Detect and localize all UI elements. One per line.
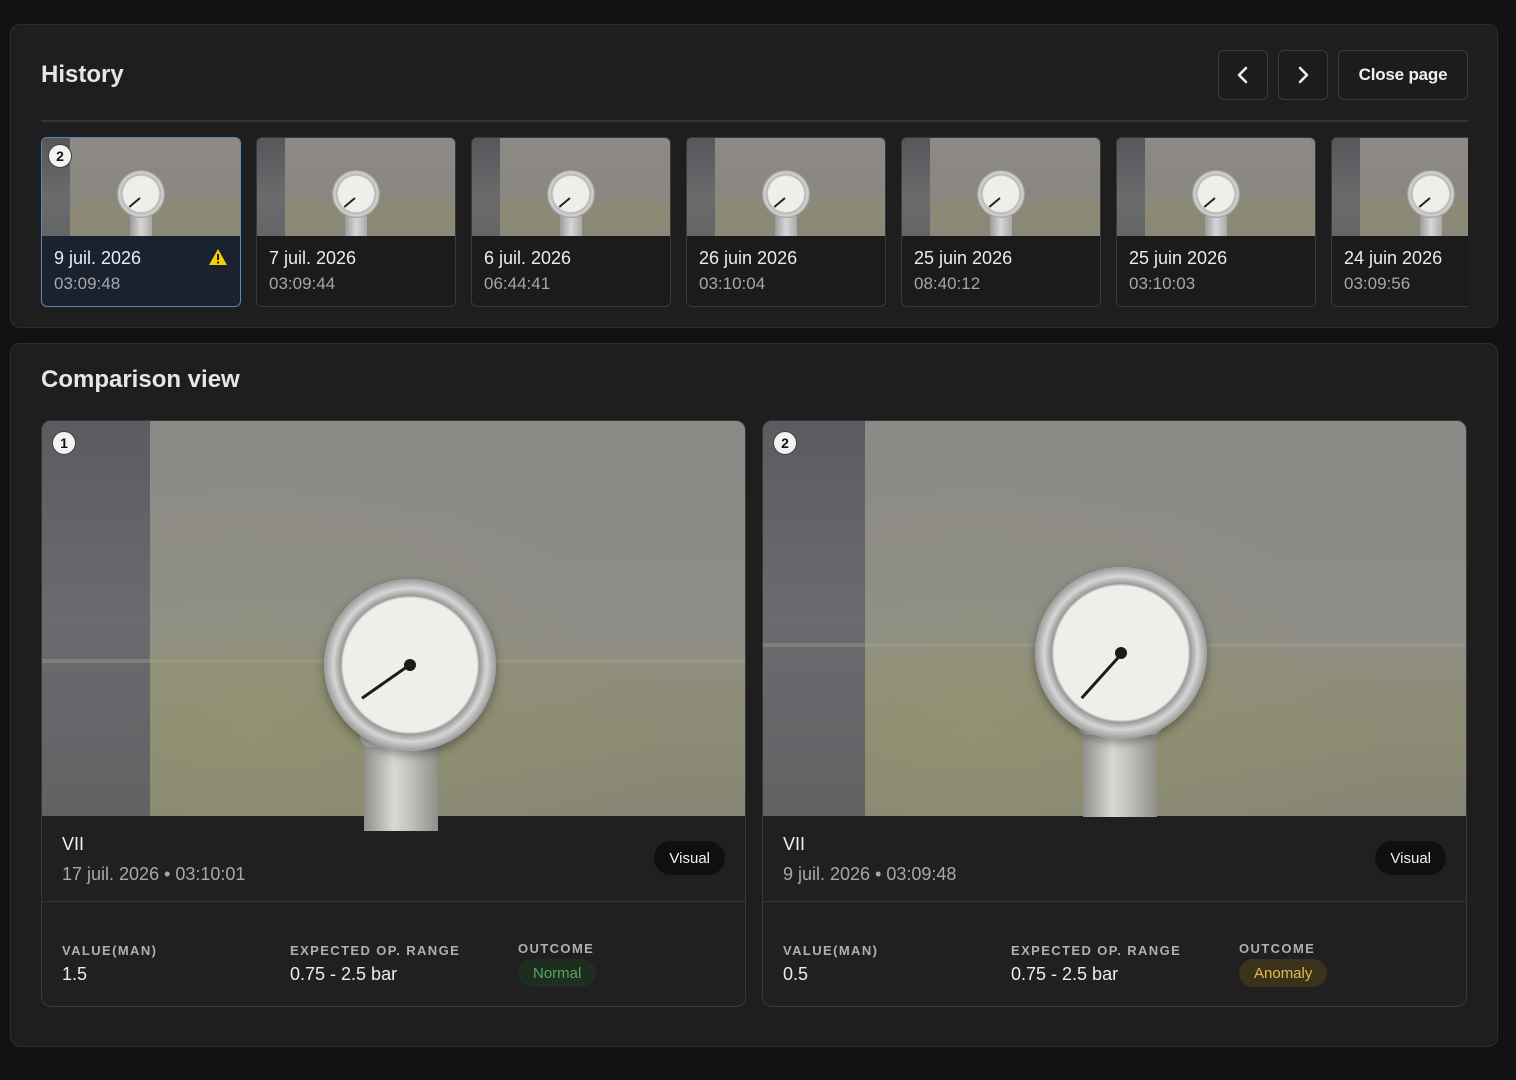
comparison-card: 2 VII 9 juil. 2026 • 03:09:48 Visual VAL… <box>762 420 1467 1007</box>
card-datetime: 17 juil. 2026 • 03:10:01 <box>62 864 246 884</box>
comparison-card: 1 VII 17 juil. 2026 • 03:10:01 Visual VA… <box>41 420 746 1007</box>
history-thumbnail[interactable]: 26 juin 2026 03:10:04 <box>686 137 886 307</box>
history-thumbnail[interactable]: 6 juil. 2026 06:44:41 <box>471 137 671 307</box>
outcome-label: OUTCOME <box>518 941 595 956</box>
value-reading: 0.5 <box>783 964 809 984</box>
history-thumbnail[interactable]: 25 juin 2026 08:40:12 <box>901 137 1101 307</box>
card-badge: 1 <box>52 431 76 455</box>
next-button[interactable] <box>1278 50 1328 100</box>
thumbnail-time: 03:10:03 <box>1129 274 1196 293</box>
thumbnail-time: 08:40:12 <box>914 274 981 293</box>
thumbnail-date: 24 juin 2026 <box>1344 248 1443 268</box>
chevron-right-icon <box>1298 66 1309 84</box>
gauge-thumbnail-image <box>1332 138 1468 236</box>
thumbnail-time: 06:44:41 <box>484 274 551 293</box>
range-value: 0.75 - 2.5 bar <box>290 964 398 984</box>
history-thumbnail[interactable]: 25 juin 2026 03:10:03 <box>1116 137 1316 307</box>
thumbnail-time: 03:10:04 <box>699 274 766 293</box>
gauge-thumbnail-image <box>257 138 455 236</box>
gauge-thumbnail-image <box>687 138 885 236</box>
history-thumbnail[interactable]: 2 9 juil. 2026 03:09:48 <box>41 137 241 307</box>
warning-triangle-icon <box>209 249 227 265</box>
thumbnail-date: 25 juin 2026 <box>914 248 1013 268</box>
thumbnail-date: 25 juin 2026 <box>1129 248 1228 268</box>
gauge-photo[interactable] <box>763 421 1466 817</box>
value-label: VALUE(MAN) <box>783 943 879 958</box>
history-thumbnail[interactable]: 7 juil. 2026 03:09:44 <box>256 137 456 307</box>
value-reading: 1.5 <box>62 964 88 984</box>
gauge-thumbnail-image <box>1117 138 1315 236</box>
gauge-photo[interactable] <box>42 421 745 831</box>
close-page-button[interactable]: Close page <box>1338 50 1468 100</box>
thumbnail-date: 26 juin 2026 <box>699 248 798 268</box>
card-info: VII 9 juil. 2026 • 03:09:48 Visual <box>763 816 1466 902</box>
thumbnail-date: 9 juil. 2026 <box>54 248 142 268</box>
value-label: VALUE(MAN) <box>62 943 158 958</box>
previous-button[interactable] <box>1218 50 1268 100</box>
card-name: VII <box>62 834 85 854</box>
thumbnail-time: 03:09:48 <box>54 274 121 293</box>
thumbnail-date: 6 juil. 2026 <box>484 248 572 268</box>
thumbnail-badge: 2 <box>48 144 72 168</box>
thumbnail-time: 03:09:44 <box>269 274 336 293</box>
comparison-panel: Comparison view 1 VII 17 juil. 2026 • 03… <box>10 343 1498 1047</box>
range-label: EXPECTED OP. RANGE <box>290 943 461 958</box>
gauge-thumbnail-image <box>902 138 1100 236</box>
range-value: 0.75 - 2.5 bar <box>1011 964 1119 984</box>
card-datetime: 9 juil. 2026 • 03:09:48 <box>783 864 957 884</box>
gauge-thumbnail-image <box>472 138 670 236</box>
history-title: History <box>41 61 124 88</box>
outcome-status-badge: Anomaly <box>1239 959 1328 987</box>
history-thumbnail[interactable]: 24 juin 2026 03:09:56 <box>1331 137 1468 307</box>
card-name: VII <box>783 834 806 854</box>
outcome-status-badge: Normal <box>518 959 597 987</box>
range-label: EXPECTED OP. RANGE <box>1011 943 1182 958</box>
history-thumbnail-strip[interactable]: 2 9 juil. 2026 03:09:48 7 juil. 2026 03:… <box>41 137 1468 309</box>
card-badge: 2 <box>773 431 797 455</box>
thumbnail-date: 7 juil. 2026 <box>269 248 357 268</box>
chevron-left-icon <box>1237 66 1248 84</box>
comparison-title: Comparison view <box>41 366 240 393</box>
outcome-label: OUTCOME <box>1239 941 1316 956</box>
visual-tag: Visual <box>654 841 725 875</box>
thumbnail-time: 03:09:56 <box>1344 274 1411 293</box>
visual-tag: Visual <box>1375 841 1446 875</box>
card-info: VII 17 juil. 2026 • 03:10:01 Visual <box>42 816 745 902</box>
history-divider <box>41 120 1468 122</box>
history-panel: History Close page 2 9 juil. 2026 03:09:… <box>10 24 1498 328</box>
